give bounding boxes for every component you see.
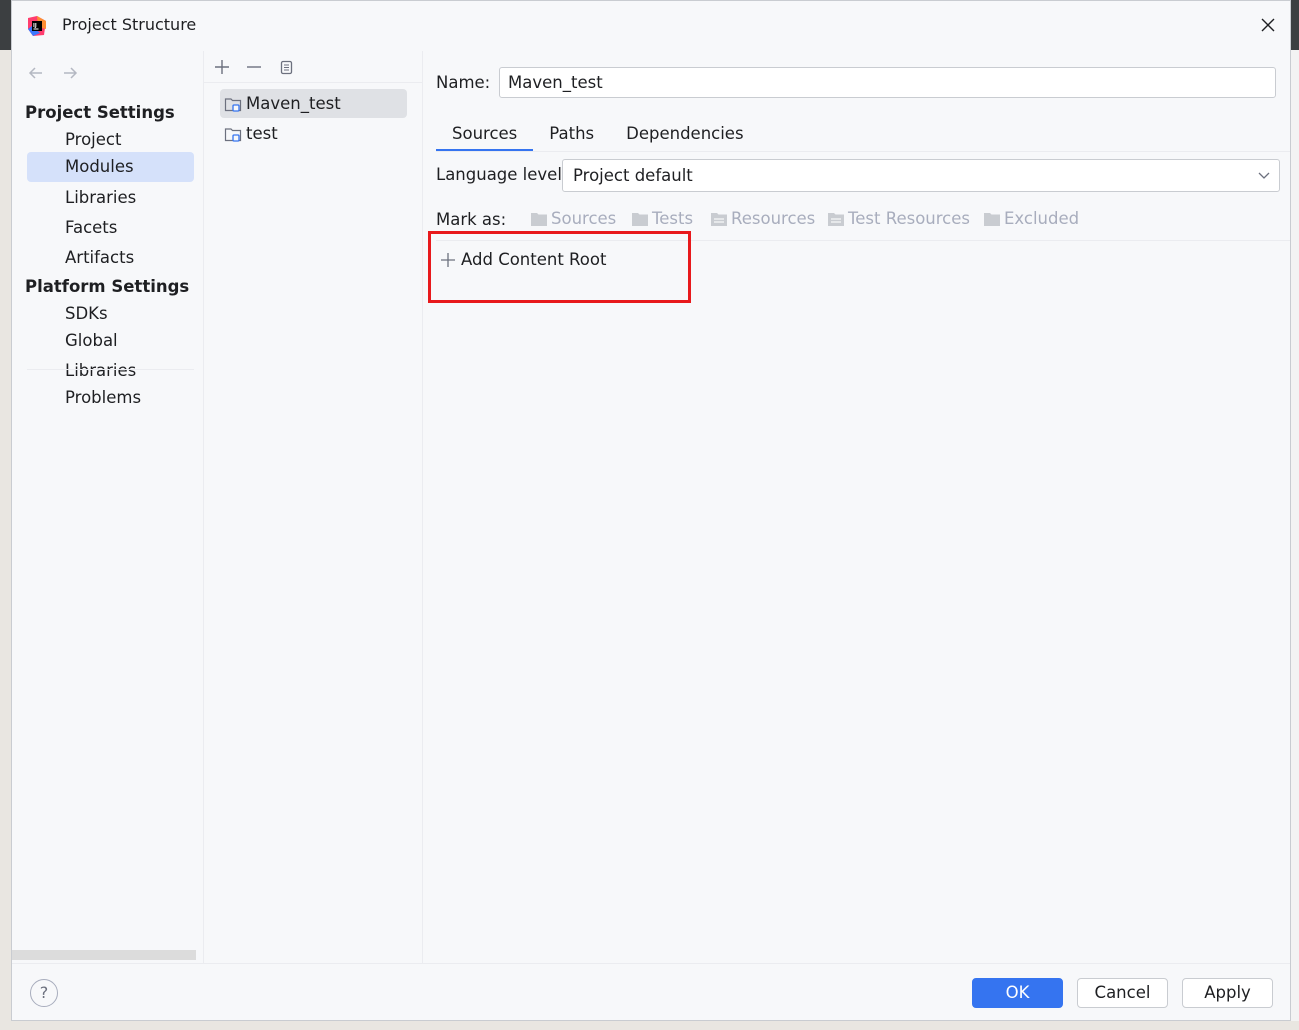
background-left	[0, 0, 11, 1030]
mark-resources-label: Resources	[731, 209, 816, 228]
module-toolbar	[212, 57, 296, 77]
add-content-root-button[interactable]: Add Content Root	[439, 250, 606, 269]
help-button[interactable]: ?	[30, 979, 58, 1007]
mark-as-label: Mark as:	[436, 210, 507, 229]
nav-item-sdks[interactable]: SDKs	[27, 299, 194, 329]
resources-folder-icon	[711, 212, 727, 226]
module-item-maven-test[interactable]: Maven_test	[220, 89, 407, 118]
tabs-underline	[436, 151, 1290, 152]
editor-tabs: Sources Paths Dependencies	[436, 119, 760, 152]
module-editor: Name: Sources Paths Dependencies Languag…	[423, 51, 1290, 963]
plus-icon	[441, 252, 455, 267]
history-arrows	[26, 63, 80, 83]
nav-item-modules[interactable]: Modules	[27, 152, 194, 182]
nav-item-facets[interactable]: Facets	[27, 213, 194, 243]
mark-as-separator	[436, 240, 1290, 241]
cancel-button[interactable]: Cancel	[1077, 978, 1168, 1008]
nav-separator	[27, 369, 194, 370]
mark-tests-button[interactable]: Tests	[631, 209, 693, 228]
test-resources-folder-icon	[828, 212, 844, 226]
nav-item-problems[interactable]: Problems	[27, 383, 194, 413]
mark-test-resources-button[interactable]: Test Resources	[827, 209, 970, 228]
tab-paths[interactable]: Paths	[533, 119, 610, 152]
mark-sources-button[interactable]: Sources	[530, 209, 616, 228]
module-folder-icon	[224, 128, 242, 142]
mark-excluded-button[interactable]: Excluded	[983, 209, 1079, 228]
name-input[interactable]	[499, 67, 1276, 98]
toolbar-separator	[204, 82, 422, 83]
title-bar: IJ Project Structure	[12, 1, 1290, 51]
apply-button[interactable]: Apply	[1182, 978, 1273, 1008]
remove-icon[interactable]	[244, 57, 264, 77]
nav-horizontal-scrollbar[interactable]	[12, 950, 196, 960]
tab-dependencies[interactable]: Dependencies	[610, 119, 759, 152]
back-arrow-icon[interactable]	[26, 63, 46, 83]
module-folder-icon	[224, 98, 242, 112]
folder-icon	[632, 212, 648, 226]
language-level-label: Language level:	[436, 165, 568, 184]
window-title: Project Structure	[62, 15, 197, 34]
language-level-select[interactable]: Project default	[562, 159, 1280, 192]
tab-sources[interactable]: Sources	[436, 119, 534, 152]
nav-item-artifacts[interactable]: Artifacts	[27, 243, 194, 273]
add-icon[interactable]	[212, 57, 232, 77]
forward-arrow-icon[interactable]	[60, 63, 80, 83]
ok-button[interactable]: OK	[972, 978, 1063, 1008]
project-structure-dialog: IJ Project Structure Project Settings Pr…	[11, 0, 1291, 1021]
mark-test-resources-label: Test Resources	[848, 209, 971, 228]
language-level-value: Project default	[573, 166, 693, 185]
nav-item-global-libraries[interactable]: Global Libraries	[27, 326, 194, 380]
svg-text:IJ: IJ	[33, 23, 37, 29]
folder-icon	[531, 212, 547, 226]
mark-excluded-label: Excluded	[1004, 209, 1080, 228]
background-left-top	[0, 0, 11, 50]
close-icon[interactable]	[1258, 15, 1278, 35]
background-right	[1290, 0, 1299, 1030]
mark-tests-label: Tests	[652, 209, 694, 228]
module-label: Maven_test	[246, 94, 341, 113]
background-right-top	[1290, 0, 1299, 50]
platform-settings-header: Platform Settings	[25, 277, 190, 296]
module-item-test[interactable]: test	[220, 119, 407, 148]
nav-item-project[interactable]: Project	[27, 125, 194, 155]
name-label: Name:	[436, 73, 491, 92]
excluded-folder-icon	[984, 212, 1000, 226]
copy-icon[interactable]	[276, 57, 296, 77]
footer-separator	[12, 963, 1290, 964]
project-settings-header: Project Settings	[25, 103, 175, 122]
chevron-down-icon	[1258, 172, 1270, 179]
settings-nav: Project Settings Project Modules Librari…	[12, 51, 203, 961]
add-content-root-label: Add Content Root	[461, 250, 607, 269]
nav-item-libraries[interactable]: Libraries	[27, 183, 194, 213]
background-bottom	[0, 1021, 1299, 1030]
module-label: test	[246, 124, 278, 143]
mark-resources-button[interactable]: Resources	[710, 209, 815, 228]
module-list-panel: Maven_test test	[204, 51, 422, 963]
intellij-logo-icon: IJ	[28, 16, 46, 36]
mark-sources-label: Sources	[551, 209, 617, 228]
